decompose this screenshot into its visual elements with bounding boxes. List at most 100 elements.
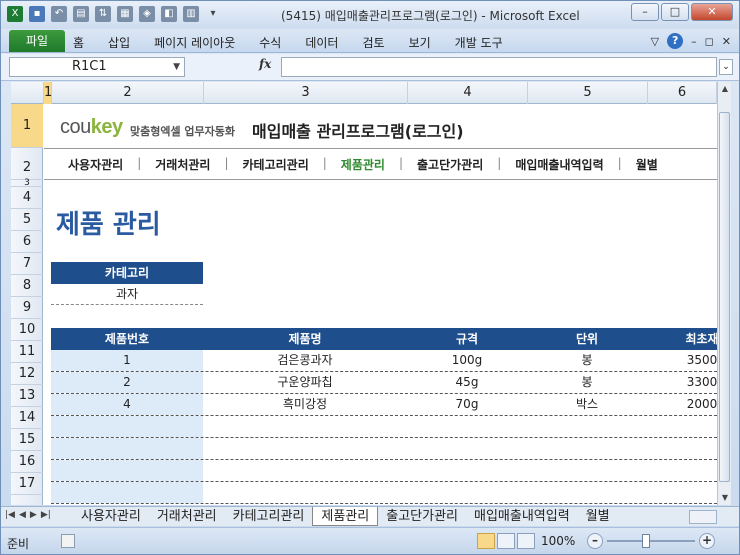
normal-view-icon[interactable] (477, 533, 495, 549)
nav-monthly[interactable]: 월별 (636, 156, 658, 173)
cell-unit[interactable]: 봉 (527, 372, 647, 393)
tab-page-layout[interactable]: 페이지 레이아웃 (154, 34, 235, 51)
tab-insert[interactable]: 삽입 (108, 34, 130, 51)
nav-category-management[interactable]: 카테고리관리 (243, 156, 309, 173)
page-layout-view-icon[interactable] (497, 533, 515, 549)
ribbon-collapse-icon[interactable]: ▽ (651, 35, 659, 48)
cell-spec[interactable]: 100g (407, 350, 527, 371)
column-header-3[interactable]: 3 (204, 82, 408, 104)
cell-product-number[interactable] (51, 482, 203, 503)
worksheet-grid[interactable]: 1 2 3 4 5 6 1 2 3 4 5 6 7 8 9 10 11 12 1… (11, 82, 717, 505)
page-break-view-icon[interactable] (517, 533, 535, 549)
table-row[interactable] (51, 460, 717, 482)
cell-product-number[interactable]: 1 (51, 350, 203, 371)
tab-view[interactable]: 보기 (409, 34, 431, 51)
scroll-down-icon[interactable]: ▼ (718, 491, 732, 505)
cell-initial-price[interactable]: 3500 (647, 350, 717, 371)
cell-unit[interactable]: 봉 (527, 350, 647, 371)
row-header-8[interactable]: 8 (11, 275, 43, 297)
cell-initial-price[interactable]: 3300 (647, 372, 717, 393)
doc-minimize-icon[interactable]: – (691, 35, 697, 48)
close-button[interactable]: ✕ (691, 3, 733, 21)
doc-close-icon[interactable]: ✕ (722, 35, 731, 48)
select-all-corner[interactable] (11, 82, 44, 104)
sheet-tab-user-management[interactable]: 사용자관리 (73, 507, 149, 526)
first-sheet-icon[interactable]: |◀ (5, 510, 15, 520)
minimize-button[interactable]: – (631, 3, 659, 21)
toolbar-icon-2[interactable]: ◈ (139, 6, 155, 22)
macro-record-icon[interactable] (61, 534, 75, 548)
sheet-tab-monthly[interactable]: 월별 (578, 507, 618, 526)
sheet-tab-category-management[interactable]: 카테고리관리 (225, 507, 313, 526)
column-header-1[interactable]: 1 (44, 82, 52, 104)
chevron-down-icon[interactable]: ▼ (173, 58, 180, 76)
cell-unit[interactable]: 박스 (527, 394, 647, 415)
prev-sheet-icon[interactable]: ◀ (19, 510, 26, 520)
row-header-10[interactable]: 10 (11, 319, 43, 341)
vertical-scrollbar[interactable]: ▲ ▼ (717, 82, 731, 505)
row-header-3[interactable]: 3 (11, 179, 43, 188)
zoom-in-icon[interactable]: + (699, 533, 715, 549)
next-sheet-icon[interactable]: ▶ (30, 510, 37, 520)
toolbar-icon-1[interactable]: ▦ (117, 6, 133, 22)
row-header-13[interactable]: 13 (11, 385, 43, 407)
row-header-5[interactable]: 5 (11, 209, 43, 231)
scroll-thumb[interactable] (719, 112, 730, 482)
horizontal-scrollbar[interactable] (689, 510, 717, 524)
category-value-cell[interactable]: 과자 (51, 284, 203, 305)
help-icon[interactable]: ? (667, 33, 684, 49)
cell-spec[interactable]: 45g (407, 372, 527, 393)
nav-release-price-management[interactable]: 출고단가관리 (417, 156, 483, 173)
table-row[interactable] (51, 482, 717, 504)
zoom-slider[interactable] (607, 540, 695, 542)
row-header-4[interactable]: 4 (11, 187, 43, 209)
table-row[interactable] (51, 438, 717, 460)
cell-product-number[interactable]: 4 (51, 394, 203, 415)
row-header-15[interactable]: 15 (11, 429, 43, 451)
tab-review[interactable]: 검토 (362, 34, 384, 51)
undo-icon[interactable]: ↶ (51, 6, 67, 22)
cell-product-name[interactable]: 검은콩과자 (203, 350, 407, 371)
cell-product-number[interactable] (51, 438, 203, 459)
nav-product-management[interactable]: 제품관리 (341, 156, 385, 173)
table-row[interactable]: 1 검은콩과자 100g 봉 3500 (51, 350, 717, 372)
nav-user-management[interactable]: 사용자관리 (68, 156, 123, 173)
zoom-level[interactable]: 100% (541, 534, 575, 548)
cell-spec[interactable]: 70g (407, 394, 527, 415)
sheet-tab-release-price-management[interactable]: 출고단가관리 (378, 507, 466, 526)
cell-product-number[interactable]: 2 (51, 372, 203, 393)
customize-qat-icon[interactable]: ▾ (205, 6, 221, 22)
excel-app-icon[interactable]: X (7, 6, 23, 22)
row-header-6[interactable]: 6 (11, 231, 43, 253)
name-box[interactable]: R1C1 ▼ (9, 57, 185, 77)
row-header-14[interactable]: 14 (11, 407, 43, 429)
zoom-slider-handle[interactable] (642, 534, 650, 548)
formula-input[interactable] (281, 57, 717, 77)
cell-initial-price[interactable]: 2000 (647, 394, 717, 415)
row-header-9[interactable]: 9 (11, 297, 43, 319)
cell-product-number[interactable] (51, 416, 203, 437)
column-header-4[interactable]: 4 (408, 82, 528, 104)
tab-data[interactable]: 데이터 (305, 34, 338, 51)
toolbar-icon-4[interactable]: ▥ (183, 6, 199, 22)
table-row[interactable] (51, 416, 717, 438)
column-header-2[interactable]: 2 (52, 82, 204, 104)
tab-developer[interactable]: 개발 도구 (455, 34, 503, 51)
row-header-11[interactable]: 11 (11, 341, 43, 363)
table-row[interactable]: 2 구운양파칩 45g 봉 3300 (51, 372, 717, 394)
nav-purchase-sales-entry[interactable]: 매입매출내역입력 (515, 156, 603, 173)
tab-formulas[interactable]: 수식 (259, 34, 281, 51)
row-header-2[interactable]: 2 (11, 148, 43, 180)
row-header-16[interactable]: 16 (11, 451, 43, 473)
tab-file[interactable]: 파일 (9, 30, 65, 52)
insert-function-icon[interactable]: fx (259, 57, 271, 71)
expand-formula-bar-icon[interactable]: ⌄ (719, 59, 733, 75)
cell-product-name[interactable]: 흑미강정 (203, 394, 407, 415)
maximize-button[interactable]: □ (661, 3, 689, 21)
last-sheet-icon[interactable]: ▶| (41, 510, 51, 520)
table-row[interactable]: 4 흑미강정 70g 박스 2000 (51, 394, 717, 416)
form-icon[interactable]: ▤ (73, 6, 89, 22)
column-header-6[interactable]: 6 (648, 82, 717, 104)
row-header-12[interactable]: 12 (11, 363, 43, 385)
row-header-17[interactable]: 17 (11, 473, 43, 495)
